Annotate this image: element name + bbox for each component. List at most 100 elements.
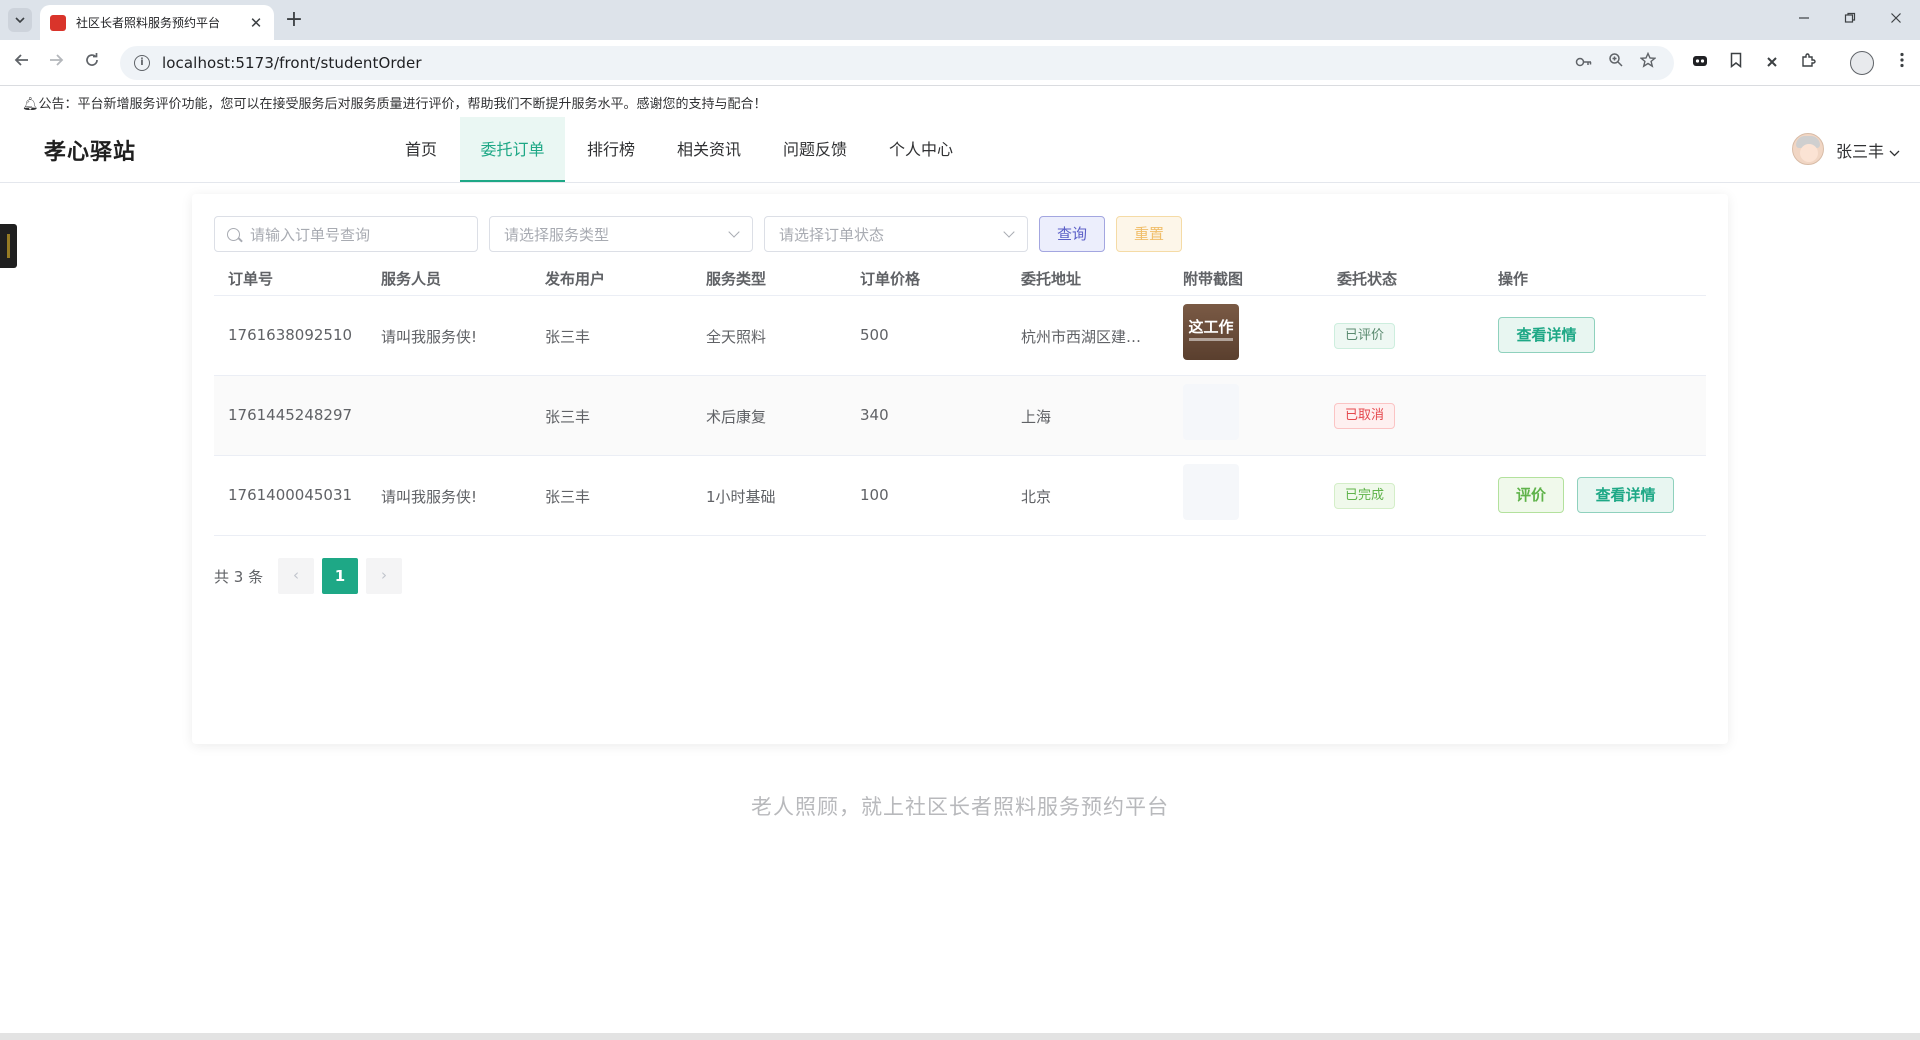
view-detail-button[interactable]: 查看详情 (1498, 317, 1595, 353)
attachment-thumbnail[interactable]: 这工作 (1183, 304, 1239, 360)
nav-item-profile[interactable]: 个人中心 (882, 117, 960, 182)
table-row: 1761445248297 张三丰 术后康复 340 上海 已取消 (214, 376, 1706, 456)
back-icon[interactable] (10, 51, 34, 75)
attachment-thumbnail-empty[interactable] (1183, 384, 1239, 440)
url-text[interactable]: localhost:5173/front/studentOrder (162, 54, 422, 72)
address-bar[interactable]: i localhost:5173/front/studentOrder (120, 46, 1674, 80)
puzzle-extensions-icon[interactable] (1796, 51, 1820, 75)
search-icon (227, 227, 240, 241)
staff-cell: 请叫我服务侠! (381, 328, 478, 346)
restore-icon[interactable] (1838, 8, 1862, 32)
price-cell: 500 (860, 326, 889, 344)
service-type-placeholder: 请选择服务类型 (504, 225, 610, 244)
chevron-down-icon (1889, 150, 1900, 157)
site-logo[interactable]: 孝心驿站 (44, 134, 136, 166)
column-header: 委托地址 (1021, 270, 1082, 288)
bell-icon: 🔔︎ (22, 97, 39, 112)
next-page-button[interactable]: › (366, 558, 402, 594)
column-header: 订单号 (228, 270, 274, 288)
column-header: 附带截图 (1183, 270, 1244, 288)
nav-item-home[interactable]: 首页 (396, 117, 446, 182)
price-cell: 340 (860, 406, 889, 424)
chevron-down-icon (1003, 226, 1015, 238)
address-cell: 北京 (1021, 488, 1052, 506)
nav-item-feedback[interactable]: 问题反馈 (776, 117, 854, 182)
address-cell: 杭州市西湖区建… (1021, 328, 1142, 346)
tab-search-button[interactable] (8, 8, 32, 32)
new-tab-button[interactable]: + (282, 8, 306, 32)
prev-page-button[interactable]: ‹ (278, 558, 314, 594)
order-status-select[interactable]: 请选择订单状态 (764, 216, 1028, 252)
reading-list-icon[interactable] (1724, 51, 1748, 75)
order-no-search-input[interactable]: 请输入订单号查询 (214, 216, 478, 252)
user-cell: 张三丰 (545, 408, 591, 426)
site-header: 孝心驿站 首页 委托订单 排行榜 相关资讯 问题反馈 个人中心 张三丰 (0, 117, 1920, 183)
site-info-icon[interactable]: i (134, 55, 150, 71)
window-close-icon[interactable] (1884, 8, 1908, 32)
service-type-cell: 1小时基础 (706, 488, 776, 506)
service-type-select[interactable]: 请选择服务类型 (489, 216, 753, 252)
chevron-down-icon (15, 17, 25, 23)
order-no-cell: 1761638092510 (228, 326, 353, 344)
profile-avatar-icon[interactable] (1850, 51, 1874, 75)
page-number-button[interactable]: 1 (322, 558, 358, 594)
announcement-bar: 🔔︎公告：平台新增服务评价功能，您可以在接受服务后对服务质量进行评价，帮助我们不… (22, 93, 767, 112)
page: 🔔︎公告：平台新增服务评价功能，您可以在接受服务后对服务质量进行评价，帮助我们不… (0, 87, 1920, 1033)
table-header: 订单号 服务人员 发布用户 服务类型 订单价格 委托地址 附带截图 委托状态 操… (214, 258, 1706, 296)
more-menu-icon[interactable] (1890, 51, 1914, 75)
column-header: 操作 (1498, 270, 1529, 288)
announcement-text: 公告：平台新增服务评价功能，您可以在接受服务后对服务质量进行评价，帮助我们不断提… (38, 97, 767, 112)
staff-cell: 请叫我服务侠! (381, 488, 478, 506)
forward-icon[interactable] (44, 51, 68, 75)
pagination: 共 3 条 ‹ 1 › (214, 558, 614, 594)
user-name: 张三丰 (1836, 142, 1885, 161)
order-no-cell: 1761400045031 (228, 486, 353, 504)
user-menu[interactable]: 张三丰 (1836, 138, 1900, 162)
order-no-placeholder: 请输入订单号查询 (250, 225, 371, 244)
rate-button[interactable]: 评价 (1498, 477, 1564, 513)
column-header: 服务人员 (381, 270, 442, 288)
query-button[interactable]: 查询 (1039, 216, 1105, 252)
nav-item-news[interactable]: 相关资讯 (670, 117, 748, 182)
view-detail-button[interactable]: 查看详情 (1577, 477, 1674, 513)
orders-card: 请输入订单号查询 请选择服务类型 请选择订单状态 查询 重置 订单号 服务人员 … (192, 194, 1728, 744)
user-avatar[interactable] (1792, 133, 1824, 165)
tab-close-icon[interactable]: ✕ (248, 15, 264, 31)
price-cell: 100 (860, 486, 889, 504)
service-type-cell: 术后康复 (706, 408, 767, 426)
table-row: 1761400045031 请叫我服务侠! 张三丰 1小时基础 100 北京 已… (214, 456, 1706, 536)
chevron-down-icon (728, 226, 740, 238)
total-count: 共 3 条 (214, 568, 264, 586)
browser-toolbar: i localhost:5173/front/studentOrder (0, 40, 1920, 86)
column-header: 发布用户 (545, 270, 606, 288)
reset-button[interactable]: 重置 (1116, 216, 1182, 252)
service-type-cell: 全天照料 (706, 328, 767, 346)
horizontal-scrollbar[interactable] (0, 1033, 1920, 1040)
bookmark-star-icon[interactable] (1636, 51, 1660, 75)
site-favicon-icon (50, 14, 66, 31)
status-badge: 已取消 (1334, 403, 1396, 429)
zoom-icon[interactable] (1604, 51, 1628, 75)
browser-tab-strip: 社区长者照料服务预约平台 ✕ + (0, 0, 1920, 40)
address-cell: 上海 (1021, 408, 1052, 426)
column-header: 订单价格 (860, 270, 921, 288)
nav-item-ranking[interactable]: 排行榜 (584, 117, 638, 182)
status-badge: 已评价 (1334, 323, 1396, 349)
attachment-thumbnail-empty[interactable] (1183, 464, 1239, 520)
extension-icon[interactable] (1688, 51, 1712, 75)
orders-table: 订单号 服务人员 发布用户 服务类型 订单价格 委托地址 附带截图 委托状态 操… (214, 258, 1706, 536)
tab-title: 社区长者照料服务预约平台 (76, 16, 221, 30)
password-key-icon[interactable] (1572, 51, 1596, 75)
table-row: 1761638092510 请叫我服务侠! 张三丰 全天照料 500 杭州市西湖… (214, 296, 1706, 376)
user-cell: 张三丰 (545, 328, 591, 346)
browser-tab-active[interactable]: 社区长者照料服务预约平台 ✕ (40, 5, 274, 40)
minimize-icon[interactable] (1792, 8, 1816, 32)
column-header: 服务类型 (706, 270, 767, 288)
close-extension-icon[interactable] (1760, 51, 1784, 75)
order-no-cell: 1761445248297 (228, 406, 353, 424)
nav-item-orders[interactable]: 委托订单 (460, 117, 565, 182)
column-header: 委托状态 (1337, 270, 1398, 288)
side-drawer-tab[interactable] (0, 224, 17, 268)
reload-icon[interactable] (80, 51, 104, 75)
attachment-caption: 这工作 (1188, 318, 1234, 336)
